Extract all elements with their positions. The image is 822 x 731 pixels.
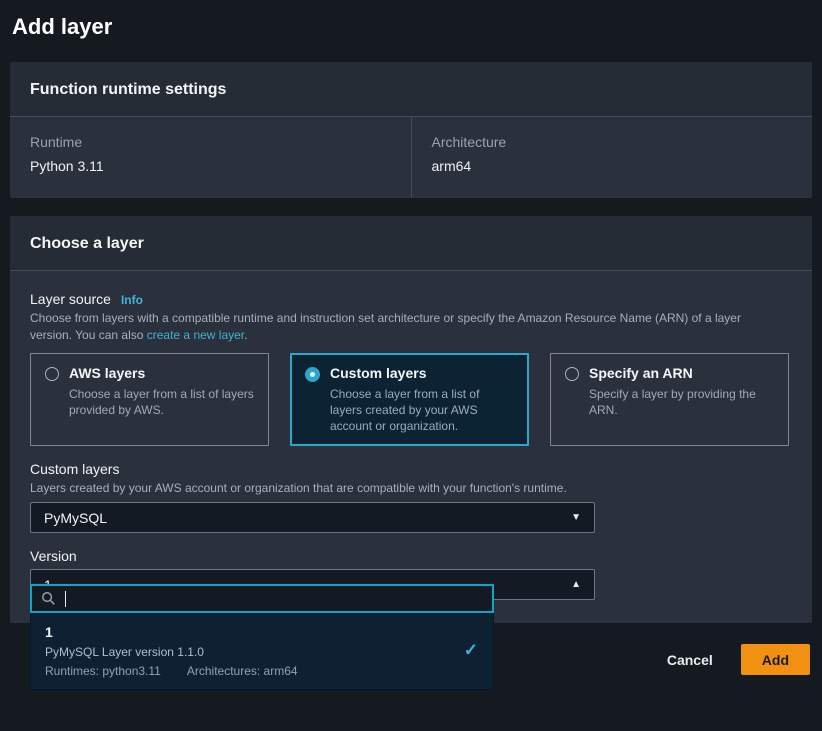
version-option[interactable]: 1 PyMySQL Layer version 1.1.0 Runtimes: … bbox=[45, 624, 479, 678]
custom-layers-field-description: Layers created by your AWS account or or… bbox=[30, 480, 770, 497]
architecture-column: Architecture arm64 bbox=[411, 117, 813, 198]
version-dropdown: 1 PyMySQL Layer version 1.1.0 Runtimes: … bbox=[30, 613, 494, 690]
check-icon: ✓ bbox=[464, 640, 478, 660]
version-option-architectures: Architectures: arm64 bbox=[187, 664, 298, 678]
custom-layers-select[interactable]: PyMySQL ▼ bbox=[30, 502, 595, 533]
architecture-label: Architecture bbox=[432, 134, 793, 150]
choose-layer-body: Layer source Info Choose from layers wit… bbox=[10, 271, 812, 623]
custom-layers-radio[interactable] bbox=[305, 367, 320, 382]
custom-layers-title: Custom layers bbox=[330, 365, 514, 381]
aws-layers-text: AWS layers Choose a layer from a list of… bbox=[69, 365, 254, 434]
runtime-value: Python 3.11 bbox=[30, 158, 391, 174]
version-option-title: 1 bbox=[45, 624, 479, 640]
choose-layer-header: Choose a layer bbox=[10, 216, 812, 271]
runtime-column: Runtime Python 3.11 bbox=[10, 117, 411, 198]
architecture-value: arm64 bbox=[432, 158, 793, 174]
version-option-subtitle: PyMySQL Layer version 1.1.0 bbox=[45, 645, 479, 659]
version-option-meta: Runtimes: python3.11 Architectures: arm6… bbox=[45, 664, 479, 678]
runtime-settings-header: Function runtime settings bbox=[10, 62, 812, 117]
function-runtime-settings-card: Function runtime settings Runtime Python… bbox=[10, 62, 812, 198]
custom-layers-label: Custom layers bbox=[30, 461, 792, 477]
custom-layers-field: Custom layers Layers created by your AWS… bbox=[30, 461, 792, 533]
version-search-box[interactable] bbox=[30, 584, 494, 613]
specify-arn-radio[interactable] bbox=[565, 367, 579, 381]
custom-layers-description: Choose a layer from a list of layers cre… bbox=[330, 386, 514, 434]
search-icon bbox=[41, 591, 56, 606]
aws-layers-radio[interactable] bbox=[45, 367, 59, 381]
version-field: Version 1 ▲ 1 PyMySQL Layer bbox=[30, 548, 792, 600]
runtime-settings-body: Runtime Python 3.11 Architecture arm64 bbox=[10, 117, 812, 198]
add-layer-page: Add layer Function runtime settings Runt… bbox=[0, 0, 822, 675]
chevron-down-icon: ▼ bbox=[571, 512, 581, 523]
create-new-layer-link[interactable]: create a new layer bbox=[147, 328, 244, 342]
chevron-up-icon: ▲ bbox=[571, 579, 581, 590]
custom-layers-select-value: PyMySQL bbox=[44, 510, 107, 526]
layer-source-description-text: Choose from layers with a compatible run… bbox=[30, 311, 741, 342]
info-link[interactable]: Info bbox=[121, 293, 143, 307]
runtime-label: Runtime bbox=[30, 134, 391, 150]
specify-arn-description: Specify a layer by providing the ARN. bbox=[589, 386, 774, 418]
layer-source-label-row: Layer source Info bbox=[30, 291, 792, 307]
layer-source-label: Layer source bbox=[30, 291, 111, 307]
aws-layers-description: Choose a layer from a list of layers pro… bbox=[69, 386, 254, 418]
cancel-button[interactable]: Cancel bbox=[667, 652, 713, 668]
page-title: Add layer bbox=[12, 14, 812, 40]
version-search-input[interactable] bbox=[66, 591, 483, 606]
custom-layers-text: Custom layers Choose a layer from a list… bbox=[330, 365, 514, 434]
specify-arn-text: Specify an ARN Specify a layer by provid… bbox=[589, 365, 774, 434]
version-option-runtimes: Runtimes: python3.11 bbox=[45, 664, 161, 678]
tile-aws-layers[interactable]: AWS layers Choose a layer from a list of… bbox=[30, 353, 269, 446]
layer-source-tiles: AWS layers Choose a layer from a list of… bbox=[30, 353, 792, 446]
choose-layer-title: Choose a layer bbox=[30, 235, 792, 253]
layer-source-description: Choose from layers with a compatible run… bbox=[30, 310, 770, 344]
add-button[interactable]: Add bbox=[741, 644, 810, 675]
specify-arn-title: Specify an ARN bbox=[589, 365, 774, 381]
runtime-settings-title: Function runtime settings bbox=[30, 81, 792, 99]
choose-a-layer-card: Choose a layer Layer source Info Choose … bbox=[10, 216, 812, 623]
layer-source-description-period: . bbox=[244, 328, 247, 342]
aws-layers-title: AWS layers bbox=[69, 365, 254, 381]
version-label: Version bbox=[30, 548, 792, 564]
tile-custom-layers[interactable]: Custom layers Choose a layer from a list… bbox=[290, 353, 529, 446]
section-spacer bbox=[10, 198, 812, 216]
tile-specify-arn[interactable]: Specify an ARN Specify a layer by provid… bbox=[550, 353, 789, 446]
